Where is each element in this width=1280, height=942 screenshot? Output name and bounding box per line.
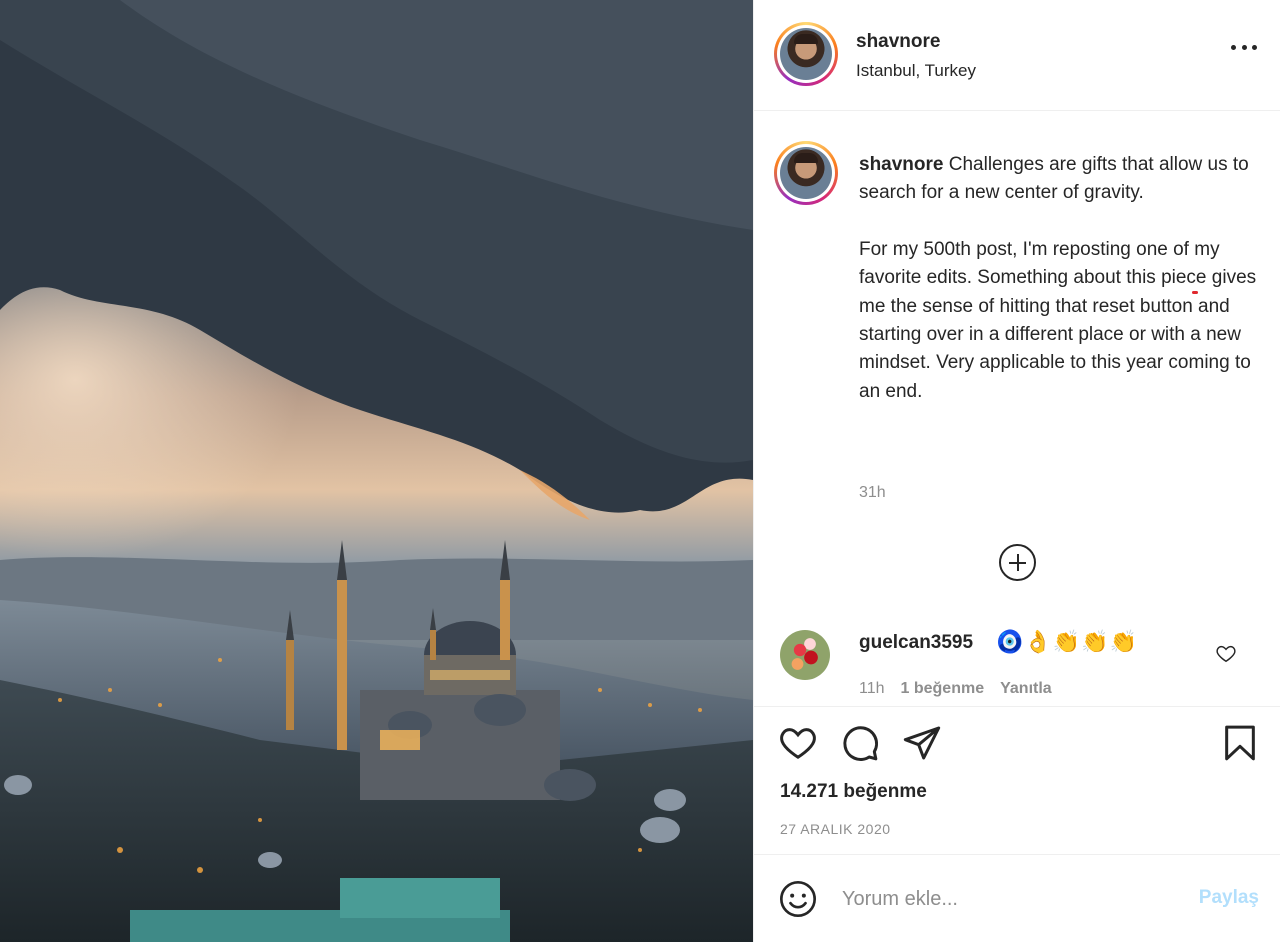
bookmark-icon[interactable] [1220, 723, 1260, 763]
more-options-icon[interactable] [1231, 42, 1257, 52]
comment-item: guelcan3595 🧿👌👏👏👏 11h 1 beğenme Yanıtla [754, 626, 1280, 706]
post-photo[interactable] [0, 0, 753, 942]
add-comment-bar: Paylaş [754, 854, 1280, 942]
paper-plane-icon[interactable] [902, 723, 942, 763]
comment-avatar[interactable] [780, 630, 830, 680]
comment-text: 🧿👌👏👏👏 [996, 629, 1138, 654]
comment-username[interactable]: guelcan3595 [859, 632, 973, 654]
heart-icon[interactable] [778, 723, 818, 763]
action-bar: 14.271 beğenme 27 ARALIK 2020 [754, 706, 1280, 854]
istanbul-mosque-storm-image [0, 0, 753, 942]
post-location[interactable]: Istanbul, Turkey [856, 61, 976, 81]
comment-bubble-icon[interactable] [840, 723, 880, 763]
caption-username[interactable]: shavnore [859, 154, 943, 175]
post-details-panel: shavnore Istanbul, Turkey shavnore Chall… [753, 0, 1280, 942]
comment-time[interactable]: 11h [859, 680, 885, 698]
header-username[interactable]: shavnore [856, 31, 940, 53]
comments-section: shavnore Challenges are gifts that allow… [754, 111, 1280, 706]
reply-button[interactable]: Yanıtla [1000, 680, 1052, 698]
caption-timestamp[interactable]: 31h [859, 484, 886, 502]
post-date[interactable]: 27 ARALIK 2020 [780, 821, 891, 837]
post-comment-button[interactable]: Paylaş [1199, 887, 1259, 909]
comment-meta: 11h 1 beğenme Yanıtla [859, 680, 1052, 698]
caption-avatar[interactable] [774, 141, 838, 205]
post-caption: shavnore Challenges are gifts that allow… [859, 151, 1259, 434]
smiley-icon[interactable] [778, 879, 818, 919]
comment-likes[interactable]: 1 beğenme [901, 680, 985, 698]
heart-icon[interactable] [1215, 642, 1237, 664]
caption-p2-before: For my 500th post, I'm reposting one of [859, 238, 1195, 260]
post-header: shavnore Istanbul, Turkey [754, 0, 1280, 111]
avatar[interactable] [774, 22, 838, 86]
like-count[interactable]: 14.271 beğenme [780, 781, 927, 803]
comment-input[interactable] [842, 883, 1172, 915]
plus-circle-icon[interactable] [999, 544, 1036, 581]
